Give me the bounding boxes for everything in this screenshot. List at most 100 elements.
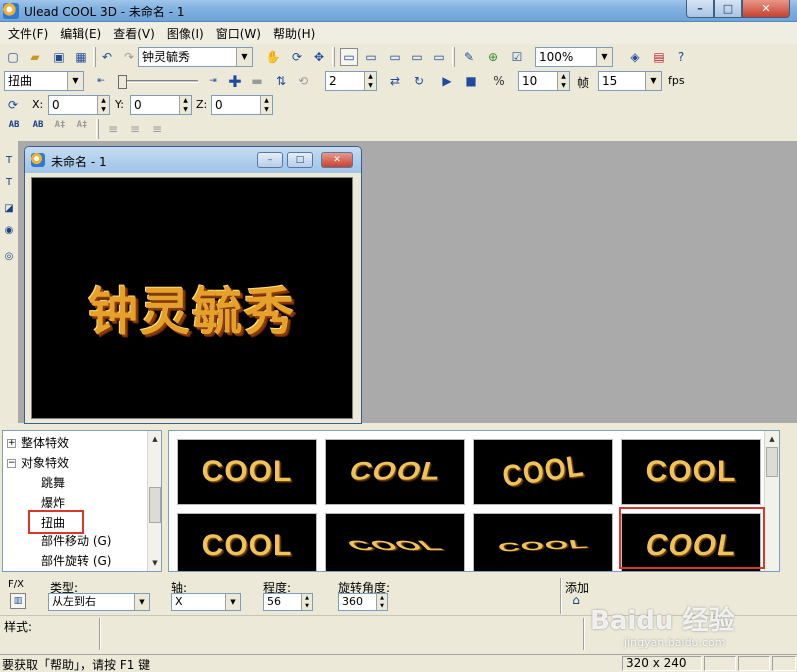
remove-frame-icon[interactable]: ▬ (248, 72, 266, 90)
x-input[interactable]: 0 ▲ ▼ (48, 95, 110, 115)
close-button[interactable]: ✕ (742, 0, 790, 18)
line-spacing-tight-icon[interactable]: A‡ (74, 121, 90, 137)
view1-icon[interactable]: ▭ (340, 48, 358, 66)
expand-icon[interactable]: + (7, 439, 16, 448)
chevron-down-icon[interactable]: ▼ (645, 72, 661, 90)
export-icon[interactable]: ▤ (650, 48, 668, 66)
chevron-down-icon[interactable]: ▼ (236, 48, 252, 66)
view5-icon[interactable]: ▭ (430, 48, 448, 66)
slider-thumb[interactable] (118, 75, 127, 89)
maximize-button[interactable]: □ (714, 0, 742, 18)
preview-icon[interactable]: ☑ (508, 48, 526, 66)
chevron-down-icon[interactable]: ▼ (596, 48, 612, 66)
text-spacing-icon[interactable]: AB (6, 121, 22, 137)
view3-icon[interactable]: ▭ (386, 48, 404, 66)
undo-icon[interactable]: ↶ (98, 48, 116, 66)
effect-thumbnail[interactable]: COOL (473, 439, 613, 505)
text-spacing-tight-icon[interactable]: AB (30, 121, 46, 137)
spin-arrows-icon[interactable]: ▲ ▼ (301, 594, 312, 610)
spin-arrows-icon[interactable]: ▲ ▼ (364, 72, 376, 90)
spin-arrows-icon[interactable]: ▲ ▼ (557, 72, 569, 90)
preview-canvas[interactable]: 钟灵毓秀 (31, 177, 353, 419)
menu-file[interactable]: 文件(F) (2, 25, 54, 42)
pingpong-icon[interactable]: ⇄ (386, 72, 404, 90)
light-icon[interactable]: ✎ (460, 48, 478, 66)
y-input[interactable]: 0 ▲ ▼ (130, 95, 192, 115)
align-left-icon[interactable]: ≡ (104, 120, 122, 138)
open-icon[interactable]: ▰ (26, 48, 44, 66)
tree-item-global-effects[interactable]: 整体特效 (21, 433, 69, 453)
tree-item-part-move[interactable]: 部件移动 (G) (41, 531, 111, 551)
tree-item-part-rotate[interactable]: 部件旋转 (G) (41, 551, 111, 571)
rotate-icon[interactable]: ⟳ (288, 48, 306, 66)
spin-arrows-icon[interactable]: ▲ ▼ (376, 594, 387, 610)
menu-help[interactable]: 帮助(H) (267, 25, 321, 42)
save-icon[interactable]: ▣ (50, 48, 68, 66)
rotation-input[interactable]: 360 ▲ ▼ (338, 593, 388, 611)
tree-scrollbar[interactable]: ▲ ▼ (147, 431, 161, 571)
document-window[interactable]: 未命名 - 1 – □ ✕ 钟灵毓秀 (24, 146, 362, 424)
add-effect-icon[interactable]: ⌂ (567, 593, 585, 611)
effect-combo[interactable]: 扭曲 ▼ (4, 71, 84, 91)
redo-icon[interactable]: ↷ (120, 48, 138, 66)
chevron-down-icon[interactable]: ▼ (134, 594, 149, 610)
insert-text-icon[interactable]: T (1, 153, 17, 169)
type-select[interactable]: 从左到右 ▼ (48, 593, 150, 611)
loop-icon[interactable]: ⟲ (294, 72, 312, 90)
spin-arrows-icon[interactable]: ▲ ▼ (179, 96, 191, 114)
reverse-icon[interactable]: ⇅ (272, 72, 290, 90)
fx-toggle-icon[interactable]: ▥ (10, 593, 26, 609)
effect-thumbnail[interactable]: COOL (473, 513, 613, 571)
repeat-icon[interactable]: ↻ (410, 72, 428, 90)
effects-tree[interactable]: 整体特效 + 对象特效 − 跳舞 爆炸 扭曲 部件移动 (G) 部件旋转 (G)… (2, 430, 162, 572)
app-icon[interactable] (3, 3, 19, 19)
save-as-icon[interactable]: ▦ (72, 48, 90, 66)
doc-close-button[interactable]: ✕ (321, 152, 353, 168)
chevron-down-icon[interactable]: ▼ (67, 72, 83, 90)
timeline-slider[interactable] (112, 74, 202, 90)
font-combo[interactable]: 钟灵毓秀 ▼ (138, 47, 253, 67)
chevron-down-icon[interactable]: ▼ (225, 594, 240, 610)
scroll-thumb[interactable] (766, 447, 778, 477)
view4-icon[interactable]: ▭ (408, 48, 426, 66)
effect-thumbnail[interactable]: COOL (325, 513, 465, 571)
new-icon[interactable]: ▢ (4, 48, 22, 66)
scroll-up-icon[interactable]: ▲ (149, 433, 161, 445)
axis-select[interactable]: X ▼ (171, 593, 241, 611)
scroll-thumb[interactable] (149, 487, 161, 523)
last-frame-icon[interactable]: ⇥ (204, 72, 222, 90)
plugin-icon[interactable]: ◈ (626, 48, 644, 66)
doc-maximize-button[interactable]: □ (287, 152, 313, 168)
geometry-icon[interactable]: ◉ (1, 223, 17, 239)
total-frames-input[interactable]: 10 ▲ ▼ (518, 71, 570, 91)
view2-icon[interactable]: ▭ (362, 48, 380, 66)
menu-edit[interactable]: 编辑(E) (54, 25, 107, 42)
edit-text-icon[interactable]: T (1, 175, 17, 191)
zoom-combo[interactable]: 100% ▼ (535, 47, 613, 67)
z-input[interactable]: 0 ▲ ▼ (211, 95, 273, 115)
menu-image[interactable]: 图像(I) (161, 25, 210, 42)
menu-view[interactable]: 查看(V) (107, 25, 161, 42)
globe-icon[interactable]: ⊕ (484, 48, 502, 66)
menu-window[interactable]: 窗口(W) (210, 25, 267, 42)
scroll-down-icon[interactable]: ▼ (149, 557, 161, 569)
degree-input[interactable]: 56 ▲ ▼ (263, 593, 313, 611)
effect-thumbnail[interactable]: COOL (325, 439, 465, 505)
stop-icon[interactable]: ■ (462, 72, 480, 90)
collapse-icon[interactable]: − (7, 459, 16, 468)
doc-minimize-button[interactable]: – (257, 152, 283, 168)
thumbnails-scrollbar[interactable]: ▲ (764, 431, 779, 571)
play-icon[interactable]: ▶ (438, 72, 456, 90)
spin-arrows-icon[interactable]: ▲ ▼ (260, 96, 272, 114)
align-right-icon[interactable]: ≡ (148, 120, 166, 138)
tree-item-object-effects[interactable]: 对象特效 (21, 453, 69, 473)
position-icon[interactable]: ⟳ (4, 96, 22, 114)
percent-icon[interactable]: % (490, 72, 508, 90)
object-manager-icon[interactable]: ◎ (1, 249, 17, 265)
hand-icon[interactable]: ✋ (264, 48, 282, 66)
scroll-up-icon[interactable]: ▲ (766, 433, 778, 445)
add-frame-icon[interactable]: ✚ (226, 72, 244, 91)
effect-thumbnail[interactable]: COOL (177, 513, 317, 571)
help-icon[interactable]: ? (672, 48, 690, 66)
fps-combo[interactable]: 15 ▼ (598, 71, 662, 91)
